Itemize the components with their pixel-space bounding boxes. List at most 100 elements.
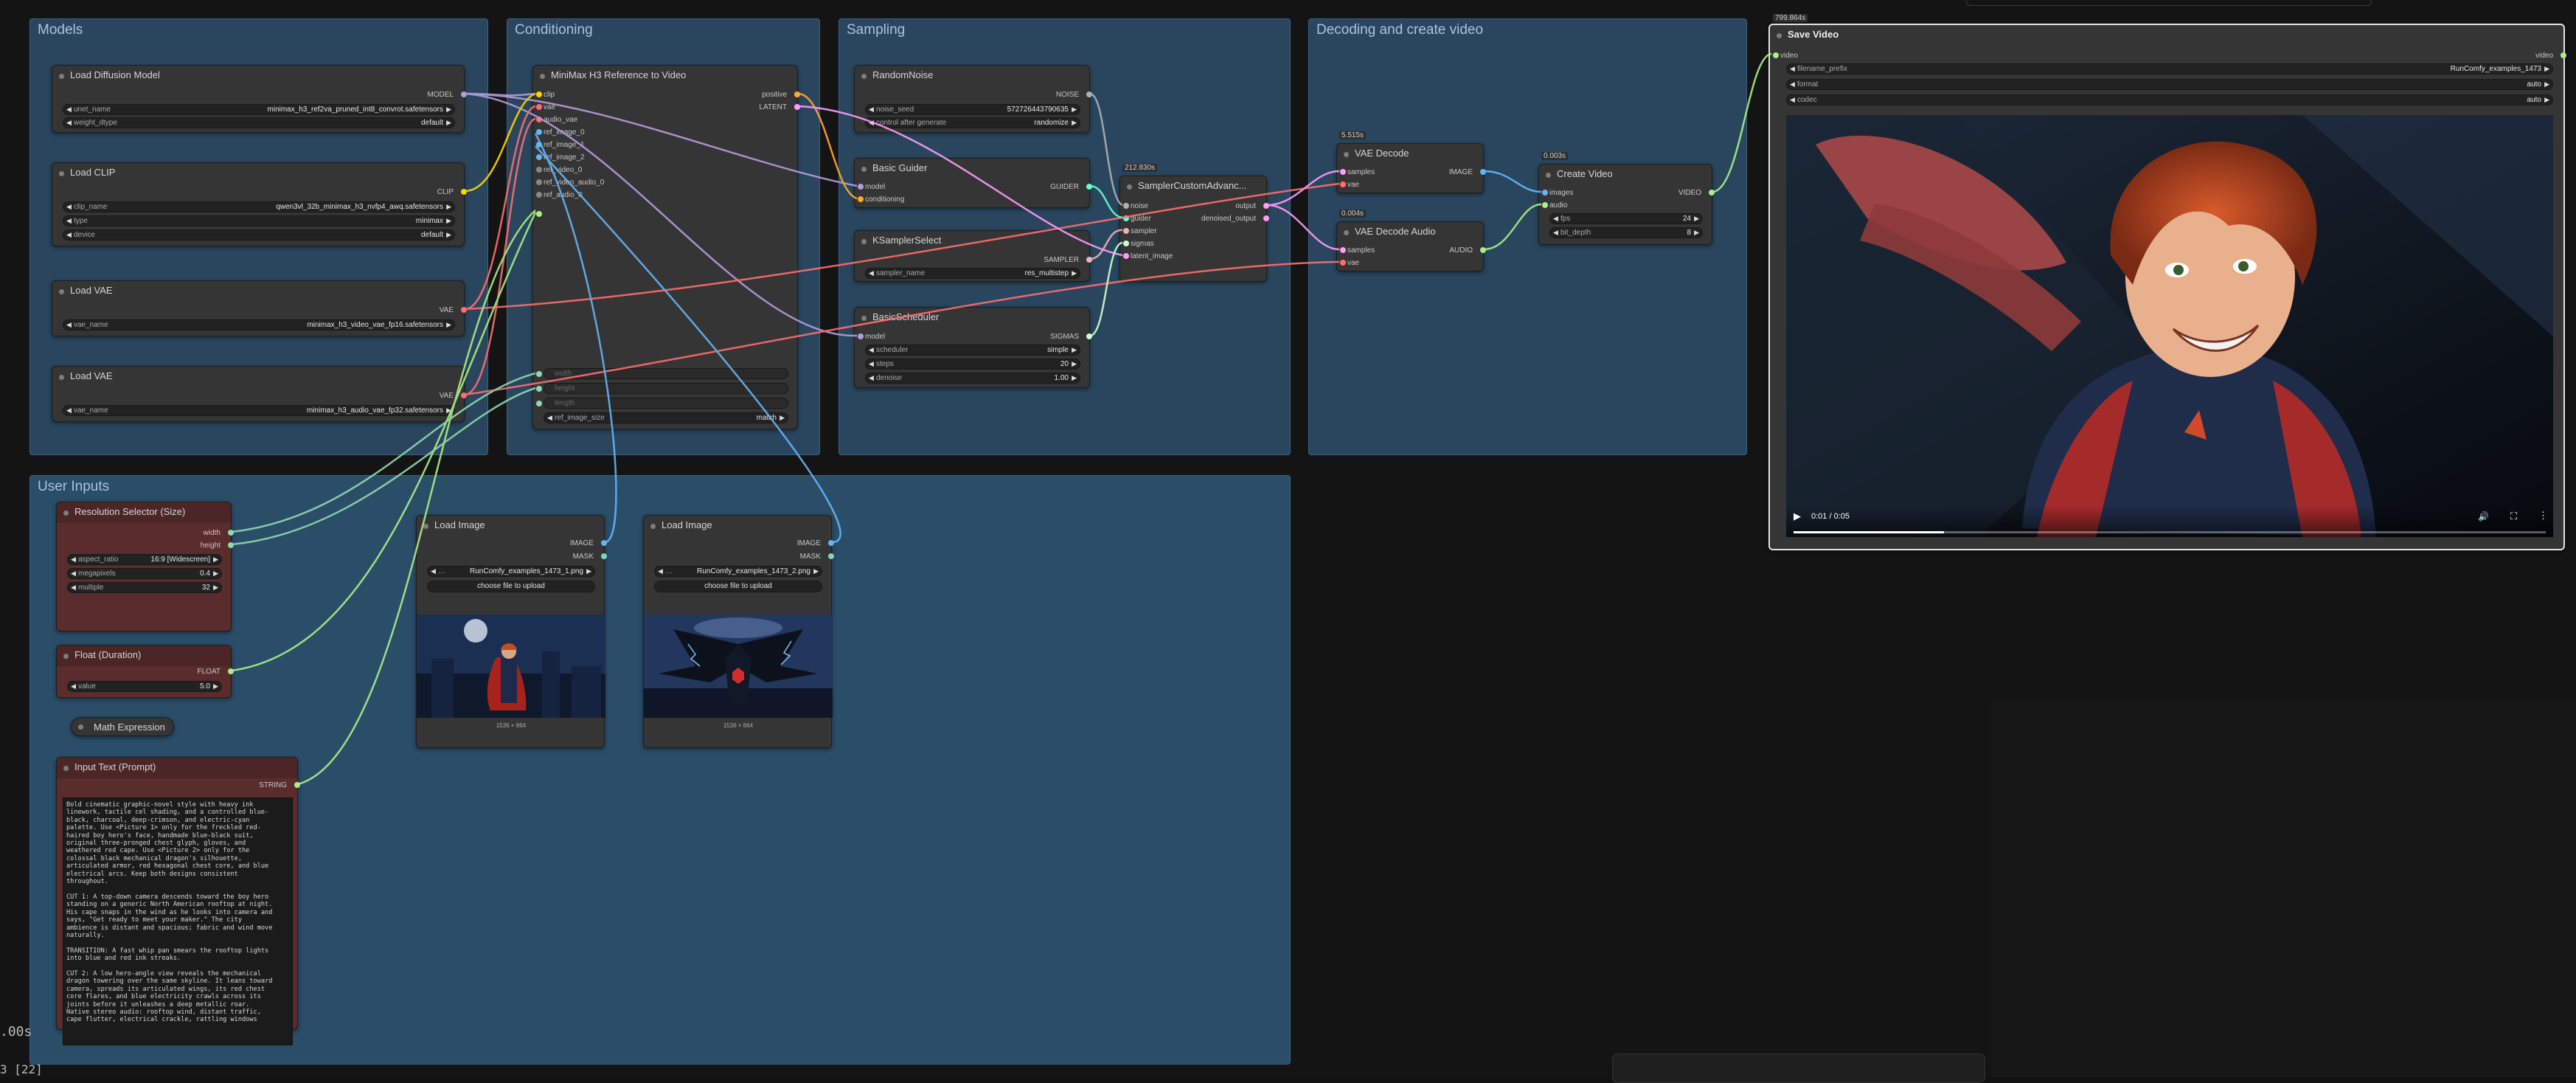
collapse-dot[interactable] bbox=[1546, 173, 1551, 178]
node-load-vae-audio[interactable]: Load VAE VAE ◀ vae_name minimax_h3_audio_v… bbox=[52, 366, 467, 422]
clip-name-widget[interactable]: ◀ clip_name qwen3vl_32b_minimax_h3_nvfp4_a… bbox=[63, 201, 455, 212]
node-basic-guider[interactable]: Basic Guider model conditioning GUIDER bbox=[854, 158, 1092, 208]
input-model-pin[interactable] bbox=[858, 184, 864, 190]
input-samples-pin[interactable] bbox=[1340, 169, 1346, 175]
input-conditioning-pin[interactable] bbox=[858, 196, 864, 202]
input-latent-image-pin[interactable] bbox=[1123, 253, 1129, 259]
codec-widget[interactable]: ◀ codec auto ▶ bbox=[1786, 94, 2553, 105]
steps-widget[interactable]: ◀ steps 20 ▶ bbox=[865, 359, 1080, 370]
scheduler-widget[interactable]: ◀ scheduler simple ▶ bbox=[865, 345, 1080, 356]
node-save-video[interactable]: Save Video video video ◀ filename_prefix R… bbox=[1768, 24, 2566, 550]
input-vae-pin[interactable] bbox=[1340, 181, 1346, 187]
output-video-pin[interactable] bbox=[2561, 52, 2566, 58]
input-ref-image-2-pin[interactable] bbox=[536, 154, 542, 160]
collapse-dot[interactable] bbox=[1344, 152, 1349, 157]
output-string-pin[interactable] bbox=[294, 782, 300, 788]
node-load-clip[interactable]: Load CLIP CLIP ◀ clip_name qwen3vl_32b_min… bbox=[52, 162, 467, 246]
output-model-pin[interactable] bbox=[461, 91, 467, 97]
fps-widget[interactable]: ◀ fps 24 ▶ bbox=[1549, 213, 1703, 224]
input-ref-video-audio-0-pin[interactable] bbox=[536, 179, 542, 185]
output-height-pin[interactable] bbox=[228, 542, 234, 548]
output-float-pin[interactable] bbox=[228, 668, 234, 674]
video-progress-track[interactable] bbox=[1794, 531, 2546, 533]
minimap-area[interactable] bbox=[1991, 701, 2576, 1077]
collapse-dot[interactable] bbox=[861, 74, 867, 79]
node-random-noise[interactable]: RandomNoise NOISE ◀ noise_seed 57272644379… bbox=[854, 65, 1092, 133]
collapse-dot[interactable] bbox=[1127, 184, 1132, 190]
input-ref-image-1-pin[interactable] bbox=[536, 142, 542, 148]
workflow-canvas[interactable]: Models Conditioning Sampling Decoding an… bbox=[0, 0, 2576, 1083]
node-resolution-selector[interactable]: Resolution Selector (Size) width height … bbox=[56, 502, 234, 632]
output-mask-pin[interactable] bbox=[828, 553, 834, 559]
node-sampler-custom-advanced[interactable]: SamplerCustomAdvanc... noise guider samp… bbox=[1119, 176, 1269, 282]
output-vae-pin[interactable] bbox=[461, 307, 467, 313]
node-ksampler-select[interactable]: KSamplerSelect SAMPLER ◀ sampler_name res_… bbox=[854, 230, 1092, 282]
height-widget[interactable]: height bbox=[544, 383, 788, 394]
collapse-dot[interactable] bbox=[861, 316, 867, 321]
input-vae-pin[interactable] bbox=[1340, 260, 1346, 266]
input-extra-pin[interactable] bbox=[536, 211, 542, 217]
megapixels-widget[interactable]: ◀ megapixels 0.4 ▶ bbox=[67, 568, 222, 579]
input-noise-pin[interactable] bbox=[1123, 203, 1129, 209]
output-positive-pin[interactable] bbox=[794, 91, 800, 97]
input-video-pin[interactable] bbox=[1773, 52, 1779, 58]
collapse-dot[interactable] bbox=[63, 511, 69, 516]
bottom-toolbar[interactable] bbox=[1612, 1053, 1985, 1083]
input-audio-pin[interactable] bbox=[1542, 202, 1548, 208]
input-sampler-pin[interactable] bbox=[1123, 228, 1129, 234]
output-image-pin[interactable] bbox=[828, 540, 834, 546]
node-load-image-1[interactable]: Load Image IMAGE MASK ◀… RunComfy_example… bbox=[416, 515, 607, 748]
input-guider-pin[interactable] bbox=[1123, 215, 1129, 221]
node-math-expression[interactable]: Math Expression bbox=[71, 717, 174, 736]
denoise-widget[interactable]: ◀ denoise 1.00 ▶ bbox=[865, 373, 1080, 384]
video-controls[interactable]: ▶ 0:01 / 0:05 🔊 ⛶ ⋮ bbox=[1786, 506, 2553, 537]
video-player[interactable]: ▶ 0:01 / 0:05 🔊 ⛶ ⋮ bbox=[1786, 115, 2553, 537]
collapse-dot[interactable] bbox=[78, 724, 83, 730]
input-ref-video-0-pin[interactable] bbox=[536, 167, 542, 173]
output-sampler-pin[interactable] bbox=[1086, 257, 1092, 263]
input-ref-image-0-pin[interactable] bbox=[536, 129, 542, 135]
type-widget[interactable]: ◀ type minimax ▶ bbox=[63, 215, 455, 226]
node-basic-scheduler[interactable]: BasicScheduler model SIGMAS ◀ scheduler si… bbox=[854, 307, 1092, 388]
format-widget[interactable]: ◀ format auto ▶ bbox=[1786, 79, 2553, 90]
weight-dtype-widget[interactable]: ◀ weight_dtype default ▶ bbox=[63, 117, 455, 128]
collapse-dot[interactable] bbox=[423, 524, 428, 529]
control-after-generate-widget[interactable]: ◀ control after generate randomize ▶ bbox=[865, 117, 1080, 128]
input-height-pin[interactable] bbox=[536, 386, 542, 392]
output-width-pin[interactable] bbox=[228, 530, 234, 536]
output-output-pin[interactable] bbox=[1263, 203, 1269, 209]
upload-button[interactable]: choose file to upload bbox=[654, 581, 822, 592]
node-vae-decode-audio[interactable]: VAE Decode Audio samples vae AUDIO bbox=[1336, 221, 1486, 271]
unet-name-widget[interactable]: ◀ unet_name minimax_h3_ref2va_pruned_int8_… bbox=[63, 104, 455, 115]
node-input-text-prompt[interactable]: Input Text (Prompt) STRING Bold cinemati… bbox=[56, 757, 300, 1045]
bit-depth-widget[interactable]: ◀ bit_depth 8 ▶ bbox=[1549, 227, 1703, 238]
input-images-pin[interactable] bbox=[1542, 190, 1548, 196]
output-vae-pin[interactable] bbox=[461, 392, 467, 398]
image-file-widget[interactable]: ◀… RunComfy_examples_1473_2.png ▶ bbox=[654, 566, 822, 577]
more-options-icon[interactable]: ⋮ bbox=[2538, 510, 2548, 522]
ref-image-size-widget[interactable]: ◀ ref_image_size match ▶ bbox=[544, 412, 788, 423]
filename-prefix-widget[interactable]: ◀ filename_prefix RunComfy_examples_1473 ▶ bbox=[1786, 63, 2553, 75]
collapse-dot[interactable] bbox=[63, 654, 69, 659]
input-samples-pin[interactable] bbox=[1340, 247, 1346, 253]
input-audio-vae-pin[interactable] bbox=[536, 117, 542, 122]
volume-icon[interactable]: 🔊 bbox=[2478, 511, 2489, 522]
input-ref-audio-0-pin[interactable] bbox=[536, 192, 542, 198]
collapse-dot[interactable] bbox=[861, 167, 867, 172]
aspect-ratio-widget[interactable]: ◀ aspect_ratio 16:9 [Widescreen] ▶ bbox=[67, 554, 222, 565]
output-audio-pin[interactable] bbox=[1480, 247, 1486, 253]
output-latent-pin[interactable] bbox=[794, 104, 800, 110]
length-widget[interactable]: length bbox=[544, 398, 788, 409]
collapse-dot[interactable] bbox=[1344, 230, 1349, 235]
fullscreen-icon[interactable]: ⛶ bbox=[2510, 511, 2517, 522]
node-minimax-reference-to-video[interactable]: MiniMax H3 Reference to Video clip vae a… bbox=[532, 65, 800, 429]
input-model-pin[interactable] bbox=[858, 333, 864, 339]
collapse-dot[interactable] bbox=[650, 524, 656, 529]
image-file-widget[interactable]: ◀… RunComfy_examples_1473_1.png ▶ bbox=[427, 566, 595, 577]
input-vae-pin[interactable] bbox=[536, 104, 542, 110]
node-float-duration[interactable]: Float (Duration) FLOAT ◀ value 5.0 ▶ bbox=[56, 645, 234, 698]
vae-name-widget[interactable]: ◀ vae_name minimax_h3_video_vae_fp16.safet… bbox=[63, 319, 455, 331]
input-length-pin[interactable] bbox=[536, 401, 542, 406]
input-clip-pin[interactable] bbox=[536, 91, 542, 97]
multiple-widget[interactable]: ◀ multiple 32 ▶ bbox=[67, 582, 222, 593]
